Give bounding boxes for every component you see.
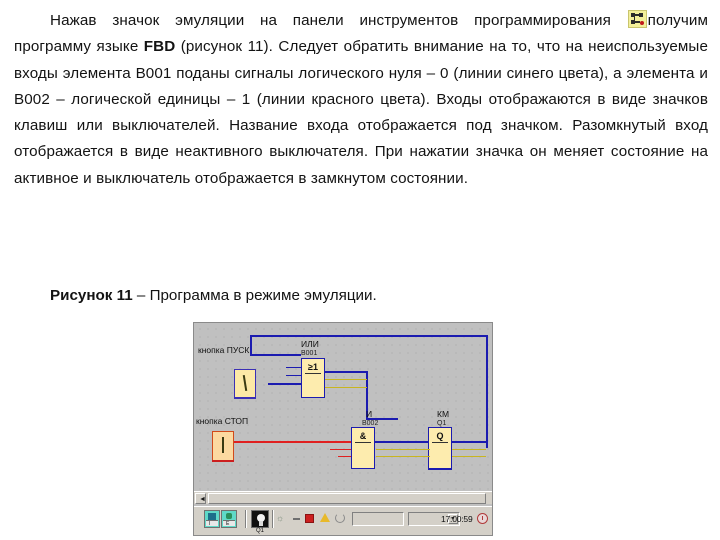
fbd-block-output[interactable]: Q	[428, 427, 452, 469]
switch-start-lever	[242, 374, 248, 392]
or-block-title: ИЛИ	[301, 339, 319, 349]
toolbar-separator-1	[245, 510, 247, 528]
output-block-title: КМ	[437, 409, 450, 419]
input-button-e-label: E	[226, 521, 230, 527]
switch-start[interactable]	[234, 369, 256, 399]
toolbar-separator-2	[272, 510, 274, 528]
wire-unconnected-1	[376, 449, 430, 450]
wire-or-pin-2	[286, 367, 302, 369]
input-simulation-buttons[interactable]: I E	[204, 510, 238, 528]
figure-caption-text: – Программа в режиме эмуляции.	[132, 287, 377, 304]
wire-or-input-1	[250, 354, 301, 356]
refresh-icon[interactable]	[335, 513, 345, 523]
wire-unconnected-2	[376, 456, 430, 457]
stop-icon[interactable]	[305, 514, 314, 523]
fbd-canvas[interactable]: ИЛИ B001 ≥1 кнопка ПУСК кнопка СТОП И B0…	[194, 323, 492, 491]
wire-or-pin-4	[268, 383, 302, 385]
output-lamp-indicator[interactable]	[251, 510, 269, 528]
paragraph-text-part-1: Нажав значок эмуляции на панели инструме…	[50, 12, 627, 29]
label-start-button: кнопка ПУСК	[198, 345, 250, 355]
wire-feedback-left-down	[250, 335, 252, 355]
emulation-clock: 17:00:59	[441, 514, 473, 524]
clock-hand-icon	[481, 515, 483, 520]
wire-unconnected-3	[452, 449, 486, 450]
wire-unconnected-5	[325, 379, 367, 380]
output-block-underline	[428, 468, 452, 470]
switch-start-underline	[234, 397, 256, 399]
body-text: Нажав значок эмуляции на панели инструме…	[14, 8, 708, 192]
progress-field	[352, 512, 404, 526]
scrollbar-thumb[interactable]	[208, 493, 486, 504]
and-block-title: И	[366, 409, 373, 419]
paragraph-1: Нажав значок эмуляции на панели инструме…	[14, 8, 708, 192]
fbd-keyword: FBD	[143, 38, 176, 56]
plus-marker-icon	[226, 513, 232, 519]
warning-icon[interactable]	[320, 513, 330, 522]
fbd-block-or[interactable]: ≥1	[301, 358, 325, 398]
horizontal-scrollbar[interactable]: ◄	[194, 491, 492, 504]
wire-stop-to-and	[234, 441, 352, 443]
wire-feedback-top	[250, 335, 488, 337]
input-simulation-button-e[interactable]: E	[221, 510, 237, 528]
output-block-symbol: Q	[436, 431, 444, 441]
or-block-divider	[305, 373, 321, 374]
switch-stop-underline	[212, 460, 234, 462]
input-button-i-label: I	[209, 521, 211, 527]
label-stop-button: кнопка СТОП	[196, 416, 249, 426]
wire-and-output	[374, 441, 429, 443]
switch-stop-lever	[222, 437, 224, 453]
embedded-app-screenshot: ИЛИ B001 ≥1 кнопка ПУСК кнопка СТОП И B0…	[193, 322, 493, 536]
wire-output-to-feedback	[451, 441, 487, 443]
wire-or-pin-3	[286, 375, 302, 377]
output-lamp-label: Q1	[256, 528, 265, 534]
glasses-icon[interactable]: ☼	[276, 513, 287, 524]
wire-and-pin-red-1	[330, 449, 352, 451]
output-block-divider	[432, 442, 448, 443]
wire-or-output	[324, 371, 367, 373]
and-block-symbol: &	[359, 431, 367, 441]
paragraph-text-part-3: (рисунок 11). Следует обратить внимание …	[14, 38, 708, 187]
figure-caption: Рисунок 11 – Программа в режиме эмуляции…	[14, 285, 708, 307]
wire-feedback-right-down	[486, 335, 488, 448]
wire-and-pin-red-2	[338, 456, 352, 458]
and-block-divider	[355, 442, 371, 443]
emulation-statusbar: I E Q1 ☼ ▼ 17:00:59	[194, 506, 492, 535]
chevron-left-icon: ◄	[199, 496, 206, 503]
fbd-block-and[interactable]: &	[351, 427, 375, 469]
scroll-left-arrow-button[interactable]: ◄	[195, 493, 206, 504]
switch-stop[interactable]	[212, 431, 234, 461]
emulation-toolbar-icon	[627, 10, 647, 28]
button-base	[206, 520, 218, 526]
clock-icon[interactable]	[477, 513, 488, 524]
wire-unconnected-6	[325, 387, 367, 388]
figure-number: Рисунок 11	[50, 287, 133, 304]
document-page: Нажав значок эмуляции на панели инструме…	[0, 0, 720, 540]
or-block-symbol: ≥1	[308, 362, 318, 372]
input-simulation-button-i[interactable]: I	[204, 510, 220, 528]
dash-icon[interactable]	[293, 518, 300, 520]
lamp-stem-icon	[259, 521, 263, 526]
wire-unconnected-4	[452, 456, 486, 457]
